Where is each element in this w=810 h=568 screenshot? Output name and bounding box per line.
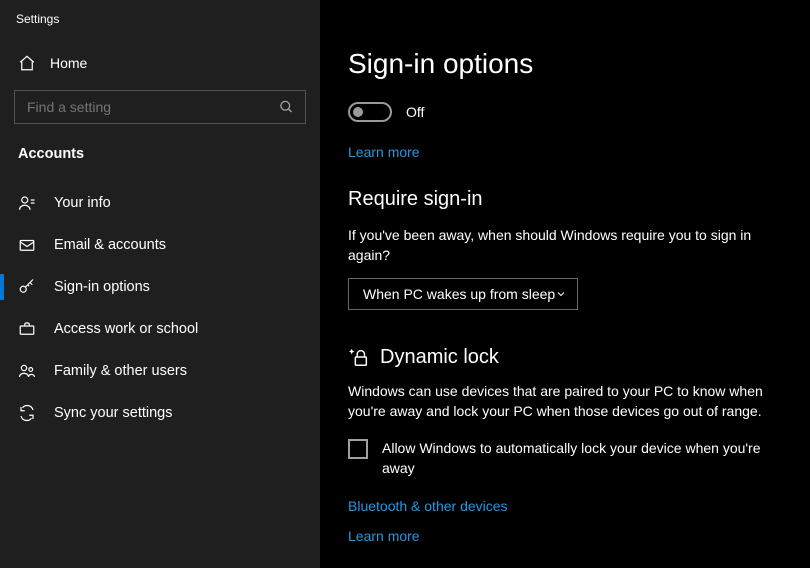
require-signin-dropdown[interactable]: When PC wakes up from sleep: [348, 278, 578, 310]
dynamic-lock-heading: Dynamic lock: [380, 346, 499, 369]
briefcase-icon: [18, 320, 36, 338]
bluetooth-link[interactable]: Bluetooth & other devices: [348, 498, 508, 514]
sidebar-item-your-info[interactable]: Your info: [0, 182, 320, 224]
require-signin-heading: Require sign-in: [348, 188, 782, 211]
dropdown-value: When PC wakes up from sleep: [363, 286, 555, 302]
mail-icon: [18, 236, 36, 254]
dynamic-learn-more-link[interactable]: Learn more: [348, 528, 420, 544]
toggle-switch[interactable]: [348, 102, 392, 122]
person-icon: [18, 194, 36, 212]
dynamic-lock-checkbox-label: Allow Windows to automatically lock your…: [382, 439, 782, 478]
people-icon: [18, 362, 36, 380]
dynamic-lock-desc: Windows can use devices that are paired …: [348, 381, 782, 422]
dynamic-lock-icon: [348, 346, 370, 368]
sidebar-item-label: Family & other users: [54, 363, 187, 379]
sync-icon: [18, 404, 36, 422]
sidebar-nav: Your info Email & accounts Sign-in optio…: [0, 182, 320, 434]
search-input[interactable]: [14, 90, 306, 124]
sidebar-item-label: Sync your settings: [54, 405, 172, 421]
sidebar-item-label: Email & accounts: [54, 237, 166, 253]
sidebar-item-family-users[interactable]: Family & other users: [0, 350, 320, 392]
toggle-state-label: Off: [406, 104, 424, 120]
sidebar-item-sync[interactable]: Sync your settings: [0, 392, 320, 434]
sidebar-item-signin-options[interactable]: Sign-in options: [0, 266, 320, 308]
sidebar-item-label: Sign-in options: [54, 279, 150, 295]
window-title: Settings: [0, 12, 320, 44]
home-button[interactable]: Home: [0, 44, 320, 82]
sidebar-item-label: Your info: [54, 195, 111, 211]
content-pane: Sign-in options Off Learn more Require s…: [320, 0, 810, 568]
sidebar: Settings Home Accounts Your info Email &…: [0, 0, 320, 568]
require-signin-desc: If you've been away, when should Windows…: [348, 225, 782, 266]
dynamic-lock-checkbox[interactable]: [348, 439, 368, 459]
home-label: Home: [50, 55, 87, 71]
chevron-down-icon: [555, 288, 567, 300]
sidebar-item-label: Access work or school: [54, 321, 198, 337]
section-label: Accounts: [0, 140, 320, 176]
key-icon: [18, 278, 36, 296]
sidebar-item-email-accounts[interactable]: Email & accounts: [0, 224, 320, 266]
home-icon: [18, 54, 36, 72]
sidebar-item-access-work[interactable]: Access work or school: [0, 308, 320, 350]
page-title: Sign-in options: [348, 48, 782, 80]
learn-more-link[interactable]: Learn more: [348, 144, 420, 160]
